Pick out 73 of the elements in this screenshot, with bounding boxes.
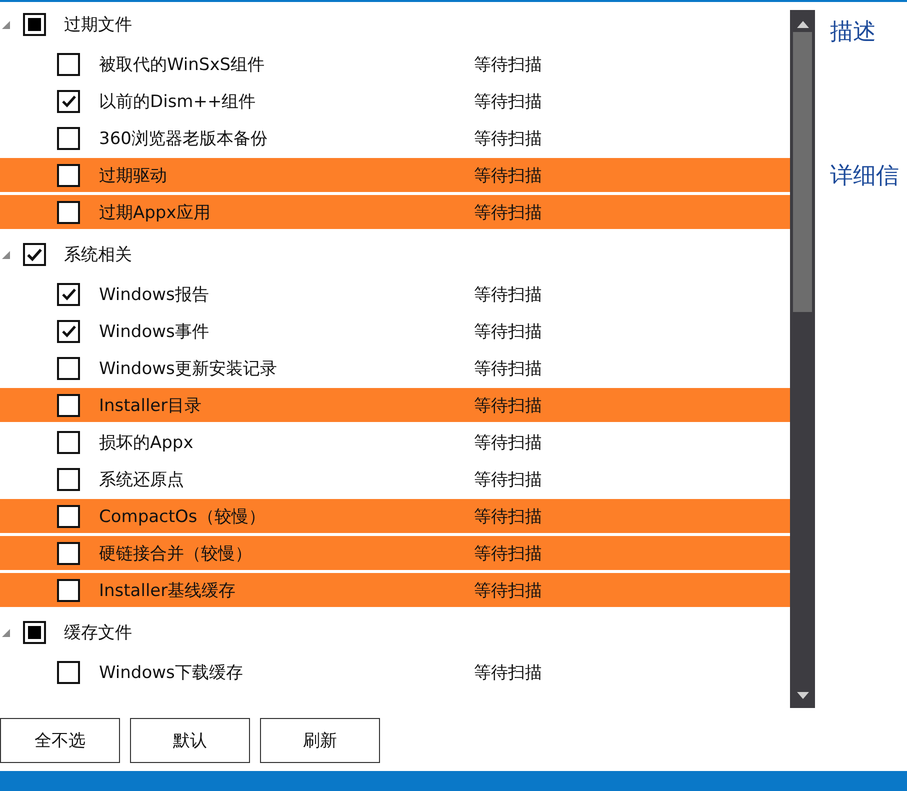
action-button[interactable]: 默认 [130, 718, 250, 763]
status-text: 等待扫描 [474, 54, 542, 76]
check-mark-icon [60, 286, 76, 302]
checkbox[interactable] [57, 542, 80, 564]
status-text: 等待扫描 [474, 128, 542, 150]
item-label: 系统还原点 [99, 468, 185, 490]
item-label: 被取代的WinSxS组件 [99, 54, 266, 76]
item-label: 以前的Dism++组件 [99, 90, 257, 112]
scroll-down-icon[interactable] [796, 692, 808, 700]
checkbox[interactable] [57, 320, 80, 342]
check-mark-icon [60, 323, 76, 339]
item-label: 损坏的Appx [99, 432, 194, 454]
item-label: 过期驱动 [99, 164, 168, 186]
highlighted-row[interactable]: CompactOs（较慢） 等待扫描 [0, 499, 790, 533]
status-text: 等待扫描 [474, 394, 542, 416]
action-button[interactable]: 刷新 [260, 718, 380, 763]
checkbox[interactable] [23, 243, 46, 266]
status-text: 等待扫描 [474, 432, 542, 454]
checkbox[interactable] [23, 621, 46, 644]
details-heading: 详细信 [830, 162, 900, 191]
expanded-triangle-icon[interactable] [2, 628, 10, 636]
status-text: 等待扫描 [474, 580, 542, 602]
status-text: 等待扫描 [474, 358, 542, 380]
action-button[interactable]: 全不选 [0, 718, 120, 763]
description-heading: 描述 [830, 18, 877, 47]
group-label: 过期文件 [64, 14, 132, 36]
status-text: 等待扫描 [474, 284, 542, 306]
expanded-triangle-icon[interactable] [2, 250, 10, 258]
checkbox[interactable] [57, 52, 80, 76]
item-label: Windows报告 [99, 284, 210, 306]
item-label: Windows事件 [99, 320, 210, 342]
checkbox[interactable] [23, 13, 46, 36]
checkbox[interactable] [57, 200, 80, 224]
status-text: 等待扫描 [474, 90, 542, 112]
item-label: 过期Appx应用 [99, 202, 212, 224]
checkbox[interactable] [57, 578, 80, 602]
highlighted-row[interactable]: 硬链接合并（较慢） 等待扫描 [0, 536, 790, 570]
status-text: 等待扫描 [474, 506, 542, 528]
scrollbar[interactable] [790, 10, 815, 708]
checkbox[interactable] [57, 660, 80, 684]
highlighted-row[interactable]: Installer基线缓存 等待扫描 [0, 573, 790, 607]
item-label: CompactOs（较慢） [99, 506, 266, 528]
expanded-triangle-icon[interactable] [2, 20, 10, 28]
item-label: Windows更新安装记录 [99, 358, 278, 380]
checkbox[interactable] [57, 394, 80, 416]
item-label: Windows下载缓存 [99, 662, 244, 684]
checkbox[interactable] [57, 164, 80, 186]
group-label: 缓存文件 [64, 622, 132, 644]
scrollbar-thumb[interactable] [793, 32, 812, 312]
checkbox[interactable] [57, 430, 80, 454]
item-label: Installer目录 [99, 394, 203, 416]
status-text: 等待扫描 [474, 202, 542, 224]
checkbox[interactable] [57, 90, 80, 112]
check-mark-icon [60, 93, 76, 109]
scroll-up-icon[interactable] [796, 20, 808, 28]
highlighted-row[interactable]: Installer目录 等待扫描 [0, 388, 790, 422]
checkbox[interactable] [57, 468, 80, 490]
status-text: 等待扫描 [474, 164, 542, 186]
status-text: 等待扫描 [474, 320, 542, 342]
highlighted-row[interactable]: 过期驱动 等待扫描 [0, 158, 790, 192]
status-text: 等待扫描 [474, 468, 542, 490]
group-label: 系统相关 [64, 244, 132, 266]
item-label: 硬链接合并（较慢） [99, 542, 253, 564]
checkbox[interactable] [57, 282, 80, 306]
status-text: 等待扫描 [474, 542, 542, 564]
highlighted-row[interactable]: 过期Appx应用 等待扫描 [0, 195, 790, 229]
check-mark-icon [26, 246, 43, 263]
checkbox[interactable] [57, 504, 80, 528]
checkbox[interactable] [57, 356, 80, 380]
checkbox[interactable] [57, 126, 80, 150]
item-label: 360浏览器老版本备份 [99, 128, 268, 150]
item-label: Installer基线缓存 [99, 580, 237, 602]
status-text: 等待扫描 [474, 662, 542, 684]
